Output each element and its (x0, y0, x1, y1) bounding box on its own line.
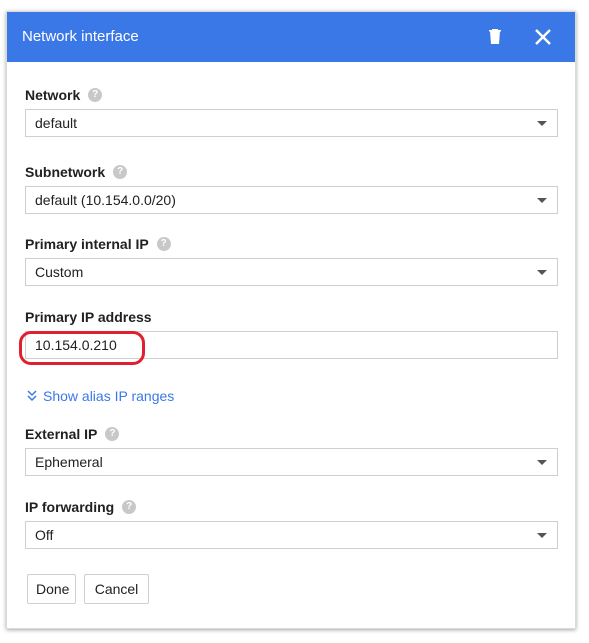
help-icon[interactable]: ? (156, 237, 171, 252)
show-alias-ip-ranges-link[interactable]: Show alias IP ranges (27, 388, 174, 404)
external-ip-select[interactable]: Ephemeral (25, 448, 558, 476)
dialog-header: Network interface (7, 12, 575, 62)
primary-internal-ip-select[interactable]: Custom (25, 258, 558, 286)
cancel-button[interactable]: Cancel (84, 574, 149, 604)
dropdown-arrow-icon (537, 460, 547, 465)
dropdown-arrow-icon (537, 198, 547, 203)
primary-internal-ip-label: Primary internal IP? (25, 236, 171, 252)
dialog-title: Network interface (22, 28, 139, 45)
primary-ip-address-input[interactable] (25, 331, 558, 359)
network-label: Network? (25, 87, 103, 103)
help-icon[interactable]: ? (122, 500, 137, 515)
external-ip-label: External IP? (25, 426, 120, 442)
double-chevron-down-icon (27, 390, 37, 401)
ip-forwarding-value: Off (35, 527, 54, 543)
help-icon[interactable]: ? (105, 427, 120, 442)
dropdown-arrow-icon (537, 121, 547, 126)
help-icon[interactable]: ? (113, 165, 128, 180)
close-icon[interactable] (531, 25, 555, 49)
ip-forwarding-label: IP forwarding? (25, 499, 137, 515)
network-select[interactable]: default (25, 109, 558, 137)
help-icon[interactable]: ? (88, 88, 103, 103)
dropdown-arrow-icon (537, 270, 547, 275)
subnetwork-select[interactable]: default (10.154.0.0/20) (25, 186, 558, 214)
dropdown-arrow-icon (537, 533, 547, 538)
subnetwork-value: default (10.154.0.0/20) (35, 192, 176, 208)
external-ip-value: Ephemeral (35, 454, 103, 470)
primary-internal-ip-value: Custom (35, 264, 84, 280)
network-interface-dialog: Network interface Network? default Subne… (6, 11, 576, 629)
trash-icon[interactable] (483, 25, 507, 49)
done-button[interactable]: Done (27, 574, 76, 604)
ip-forwarding-select[interactable]: Off (25, 521, 558, 549)
network-value: default (35, 115, 78, 131)
subnetwork-label: Subnetwork? (25, 164, 128, 180)
primary-ip-address-label: Primary IP address (25, 309, 152, 325)
